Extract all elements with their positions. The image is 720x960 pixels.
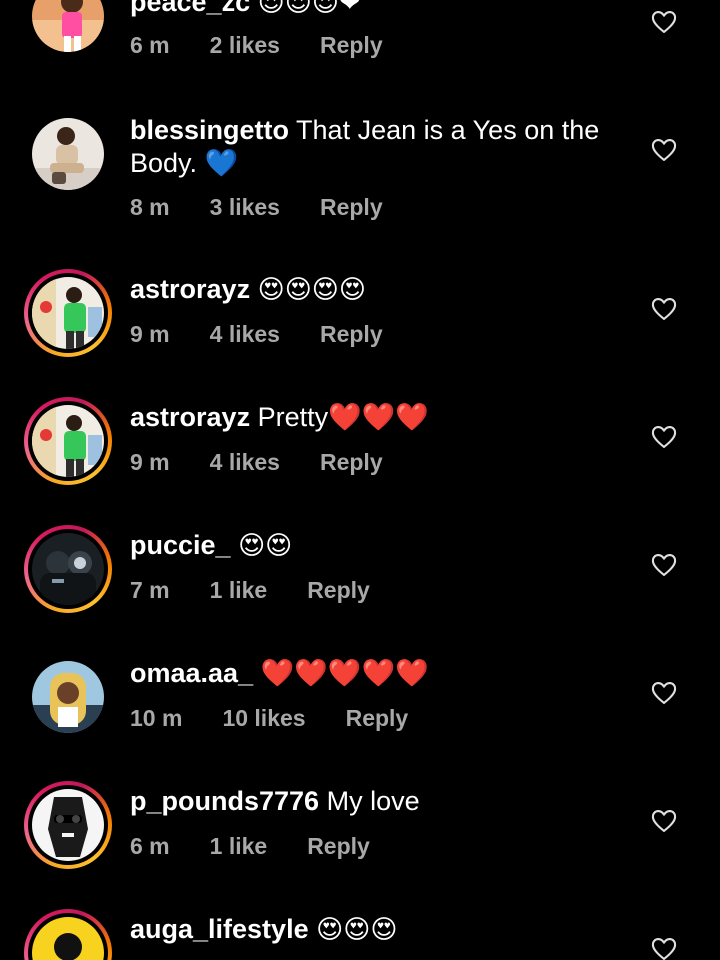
avatar[interactable] [24,653,112,741]
reply-button[interactable]: Reply [320,321,383,348]
heart-outline-icon[interactable] [650,679,678,707]
comment-likes[interactable]: 4 likes [210,449,280,476]
comment-item: puccie_ 😍😍 7 m 1 like Reply [0,525,720,625]
comment-item: auga_lifestyle 😍😍😍 [0,909,720,960]
comment-likes[interactable]: 3 likes [210,194,280,221]
comment-text: auga_lifestyle 😍😍😍 [130,913,620,947]
comment-username[interactable]: p_pounds7776 [130,786,319,816]
comment-meta: 10 m 10 likes Reply [130,705,408,732]
comment-item: p_pounds7776 My love 6 m 1 like Reply [0,781,720,881]
comment-time: 6 m [130,32,170,58]
reply-button[interactable]: Reply [320,449,383,476]
comment-time: 7 m [130,577,170,603]
reply-button[interactable]: Reply [320,32,383,59]
avatar[interactable] [24,110,112,198]
comment-item: peace_zc 😍😍😍❤ 6 m 2 likes Reply [0,0,720,80]
comment-username[interactable]: omaa.aa_ [130,658,253,688]
comment-text: p_pounds7776 My love [130,785,620,818]
avatar[interactable] [24,397,112,485]
reply-button[interactable]: Reply [346,705,409,732]
comment-time: 9 m [130,321,170,347]
comment-username[interactable]: auga_lifestyle [130,914,309,944]
avatar[interactable] [24,781,112,869]
comment-username[interactable]: peace_zc [130,0,250,17]
reply-button[interactable]: Reply [307,577,370,604]
comment-item: blessingetto That Jean is a Yes on the B… [0,110,720,230]
comment-time: 6 m [130,833,170,859]
comment-text: peace_zc 😍😍😍❤ [130,0,620,20]
comment-text: astrorayz Pretty❤️❤️❤️ [130,401,620,434]
avatar[interactable] [24,269,112,357]
heart-outline-icon[interactable] [650,551,678,579]
heart-outline-icon[interactable] [650,8,678,36]
comment-body: My love [326,786,420,816]
comment-meta: 6 m 2 likes Reply [130,32,383,59]
heart-outline-icon[interactable] [650,935,678,960]
comment-text: astrorayz 😍😍😍😍 [130,273,620,307]
comment-time: 10 m [130,705,183,731]
reply-button[interactable]: Reply [307,833,370,860]
comment-text: puccie_ 😍😍 [130,529,620,563]
comment-meta: 6 m 1 like Reply [130,833,370,860]
comment-username[interactable]: puccie_ [130,530,231,560]
comment-item: omaa.aa_ ❤️❤️❤️❤️❤️ 10 m 10 likes Reply [0,653,720,753]
comment-text: blessingetto That Jean is a Yes on the B… [130,114,620,180]
comment-meta: 9 m 4 likes Reply [130,449,383,476]
comment-meta: 8 m 3 likes Reply [130,194,383,221]
heart-outline-icon[interactable] [650,423,678,451]
heart-outline-icon[interactable] [650,295,678,323]
avatar[interactable] [24,0,112,60]
comment-username[interactable]: blessingetto [130,115,289,145]
comment-body: ❤️❤️❤️❤️❤️ [260,658,429,688]
comment-time: 8 m [130,194,170,220]
heart-outline-icon[interactable] [650,807,678,835]
comment-likes[interactable]: 1 like [210,577,268,604]
comment-meta: 7 m 1 like Reply [130,577,370,604]
comment-item: astrorayz Pretty❤️❤️❤️ 9 m 4 likes Reply [0,397,720,497]
comment-body: Pretty❤️❤️❤️ [257,402,429,432]
comment-username[interactable]: astrorayz [130,274,250,304]
reply-button[interactable]: Reply [320,194,383,221]
comment-body: 😍😍😍❤ [257,0,361,18]
comment-likes[interactable]: 4 likes [210,321,280,348]
comment-body: 😍😍😍 [316,915,398,945]
comment-body: 😍😍 [238,531,293,561]
comment-likes[interactable]: 2 likes [210,32,280,59]
comment-item: astrorayz 😍😍😍😍 9 m 4 likes Reply [0,269,720,369]
comment-text: omaa.aa_ ❤️❤️❤️❤️❤️ [130,657,620,690]
comment-body: 😍😍😍😍 [257,275,367,305]
comment-time: 9 m [130,449,170,475]
avatar[interactable] [24,525,112,613]
comment-likes[interactable]: 1 like [210,833,268,860]
avatar[interactable] [24,909,112,960]
comment-username[interactable]: astrorayz [130,402,250,432]
comment-meta: 9 m 4 likes Reply [130,321,383,348]
heart-outline-icon[interactable] [650,136,678,164]
comment-likes[interactable]: 10 likes [222,705,305,732]
